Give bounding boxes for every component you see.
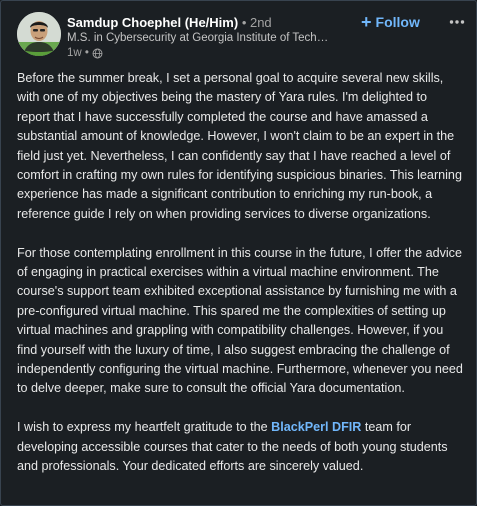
post-card: Samdup Choephel (He/Him) • 2nd M.S. in C… [0, 0, 477, 506]
author-name[interactable]: Samdup Choephel (He/Him) [67, 15, 238, 30]
author-headline: M.S. in Cybersecurity at Georgia Institu… [67, 32, 329, 44]
post-time: 1w • [67, 47, 89, 59]
post-paragraph-3: I wish to express my heartfelt gratitude… [17, 418, 463, 476]
author-avatar[interactable] [17, 12, 61, 56]
post-paragraph-2: For those contemplating enrollment in th… [17, 245, 463, 396]
follow-button[interactable]: + Follow [361, 12, 420, 32]
more-options-button[interactable] [447, 12, 467, 32]
avatar-photo [17, 12, 61, 56]
author-info: Samdup Choephel (He/Him) • 2nd M.S. in C… [67, 14, 329, 61]
globe-icon [92, 48, 103, 59]
follow-label: Follow [375, 14, 420, 30]
mention-link[interactable]: BlackPerl DFIR [271, 420, 361, 434]
post-header: Samdup Choephel (He/Him) • 2nd M.S. in C… [17, 12, 466, 60]
post-body: Before the summer break, I set a persona… [17, 69, 463, 477]
closing-text-before: I wish to express my heartfelt gratitude… [17, 420, 272, 435]
author-name-line: Samdup Choephel (He/Him) • 2nd [67, 14, 329, 31]
ellipsis-icon [449, 20, 465, 24]
plus-icon: + [361, 12, 372, 32]
connection-degree: • 2nd [241, 15, 272, 30]
post-paragraph-1: Before the summer break, I set a persona… [17, 71, 462, 221]
post-meta: 1w • [67, 46, 329, 61]
